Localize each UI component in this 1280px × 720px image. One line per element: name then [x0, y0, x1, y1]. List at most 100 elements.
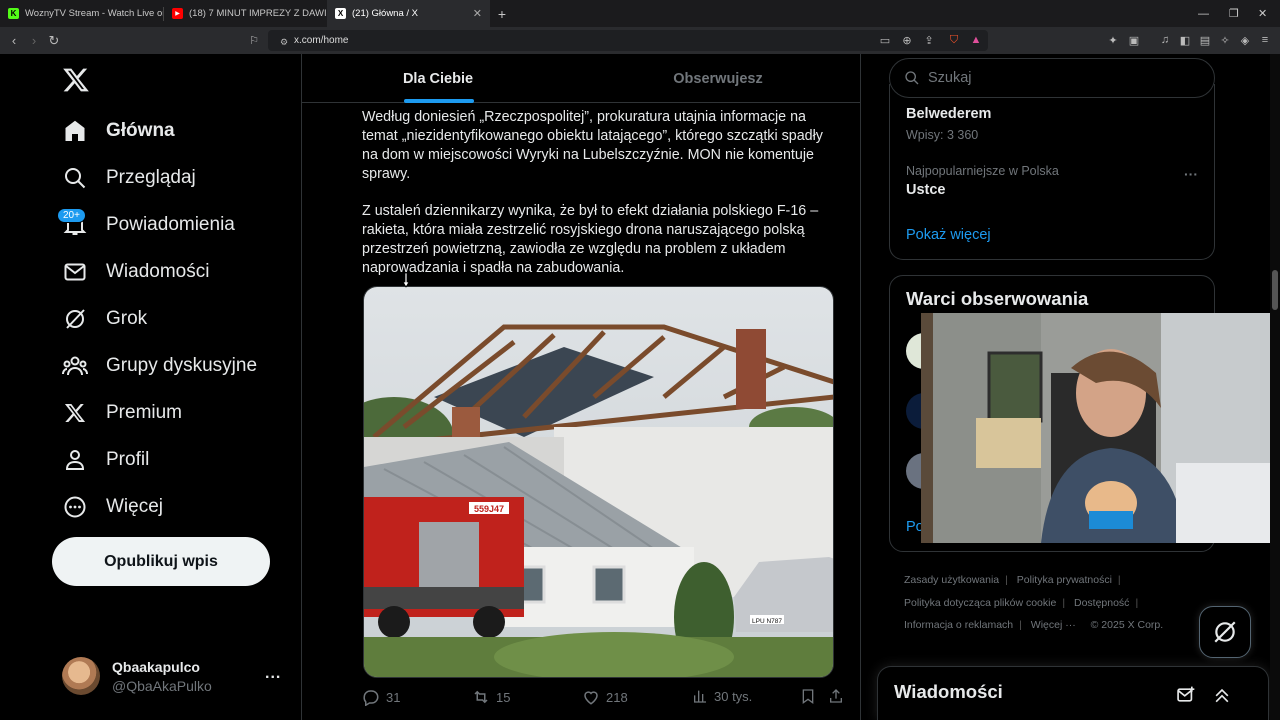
views-button[interactable]: 30 tys.	[692, 688, 752, 704]
sidebar-item-profile[interactable]: Profil	[62, 445, 149, 475]
profile-icon	[62, 447, 88, 473]
show-more-link[interactable]: Pokaż więcej	[906, 227, 991, 243]
more-circle-icon	[62, 494, 88, 520]
sidebar-item-label: Więcej	[106, 496, 164, 517]
footer-link[interactable]: Dostępność	[1074, 597, 1129, 609]
post-image[interactable]: 559J47 LPU N787	[363, 286, 834, 678]
like-button[interactable]: 218	[582, 688, 628, 706]
restore-window-icon[interactable]: ❐	[1229, 0, 1239, 27]
sidebar-item-notifications[interactable]: Powiadomienia	[62, 210, 235, 240]
post-text-paragraph: Z ustaleń dziennikarzy wynika, że był to…	[362, 203, 819, 276]
communities-icon	[62, 353, 88, 379]
trend-meta: Wpisy: 3 360	[906, 128, 979, 142]
browser-tab-kick[interactable]: K WoznyTV Stream - Watch Live on Kic	[0, 0, 163, 27]
minimize-window-icon[interactable]: —	[1198, 0, 1209, 27]
x-logo-icon[interactable]	[62, 66, 90, 94]
sidebar-item-label: Grupy dyskusyjne	[106, 355, 258, 376]
sidebar-item-more[interactable]: Więcej	[62, 492, 163, 522]
bookmark-post-button[interactable]	[800, 688, 816, 704]
sidebar-item-home[interactable]: Główna	[62, 116, 175, 146]
sidebar-item-label: Grok	[106, 308, 148, 329]
copyright: © 2025 X Corp.	[1090, 619, 1164, 631]
share-icon	[830, 689, 842, 703]
grok-floating-button[interactable]	[1199, 606, 1251, 658]
footer-links: Zasady użytkowania | Polityka prywatności…	[904, 574, 1164, 631]
repost-icon	[474, 690, 488, 704]
sidebar-item-label: Wiadomości	[106, 261, 210, 282]
menu-icon[interactable]: ≡	[1258, 33, 1272, 47]
sidebar-item-premium[interactable]: Premium	[62, 398, 182, 428]
tab-title: (21) Główna / X	[352, 8, 418, 19]
post-actions: 31 15 218 30 tys.	[362, 688, 842, 710]
reload-icon[interactable]: ↻	[44, 27, 64, 54]
account-switcher[interactable]: Qbaakapulco @QbaAkaPulko ...	[62, 657, 292, 697]
trend-name[interactable]: Ustce	[906, 182, 946, 198]
sidebar-item-grok[interactable]: Grok	[62, 304, 147, 334]
brave-rewards-icon[interactable]: ▲	[969, 33, 983, 47]
post-button[interactable]: Opublikuj wpis	[52, 537, 270, 586]
grok-icon	[1214, 621, 1236, 643]
zoom-icon[interactable]: ⊕	[900, 33, 914, 47]
repost-count: 15	[496, 689, 511, 705]
feed-tabs: Dla Ciebie Obserwujesz	[302, 54, 860, 103]
sidebar-item-explore[interactable]: Przeglądaj	[62, 163, 196, 193]
search-input[interactable]: Szukaj	[889, 58, 1215, 98]
footer-link[interactable]: Informacja o reklamach	[904, 619, 1013, 631]
url-text: x.com/home	[294, 35, 349, 46]
footer-link[interactable]: Polityka prywatności	[1017, 574, 1112, 586]
back-icon[interactable]: ‹	[4, 27, 24, 54]
webcam-overlay	[921, 313, 1280, 543]
page-scrollbar[interactable]	[1270, 54, 1280, 720]
messages-drawer-title: Wiadomości	[894, 681, 1003, 702]
heart-icon	[584, 691, 598, 705]
repost-button[interactable]: 15	[472, 688, 510, 706]
cast-icon[interactable]: ▭	[878, 33, 892, 47]
browser-tab-youtube[interactable]: ▶ (18) 7 MINUT IMPREZY Z DAWIDEM	[164, 0, 327, 27]
messages-drawer[interactable]: Wiadomości	[877, 666, 1269, 720]
brave-shield-icon[interactable]: ⛉	[947, 33, 961, 47]
sidebar-toggle-icon[interactable]: ◧	[1178, 33, 1192, 47]
notifications-badge: 20+	[57, 208, 86, 223]
extensions-icon[interactable]: ✦	[1106, 33, 1120, 47]
reader-icon[interactable]: ▣	[1127, 33, 1141, 47]
wallet-icon[interactable]: ▤	[1198, 33, 1212, 47]
mouse-cursor-icon	[402, 272, 410, 288]
share-icon[interactable]: ⇪	[922, 33, 936, 47]
home-icon	[62, 118, 88, 144]
sidebar-item-messages[interactable]: Wiadomości	[62, 257, 209, 287]
streamer-webcam-feed	[921, 313, 1280, 543]
close-tab-icon[interactable]: ✕	[473, 7, 482, 20]
vpn-icon[interactable]: ◈	[1238, 33, 1252, 47]
expand-drawer-icon[interactable]	[1212, 685, 1232, 705]
damaged-house-photo: 559J47 LPU N787	[364, 287, 833, 677]
footer-link[interactable]: Zasady użytkowania	[904, 574, 999, 586]
share-post-button[interactable]	[828, 688, 844, 704]
footer-link[interactable]: Więcej ···	[1031, 619, 1076, 631]
tab-following[interactable]: Obserwujesz	[582, 54, 854, 103]
tab-for-you[interactable]: Dla Ciebie	[302, 54, 574, 103]
reply-button[interactable]: 31	[362, 688, 400, 706]
main-feed: Dla Ciebie Obserwujesz Według doniesień …	[301, 54, 861, 720]
x-premium-icon	[62, 400, 88, 426]
new-tab-button[interactable]: +	[490, 0, 514, 27]
account-more-icon[interactable]: ...	[265, 665, 281, 683]
browser-tab-x[interactable]: X (21) Główna / X ✕	[327, 0, 490, 27]
sidebar-item-communities[interactable]: Grupy dyskusyjne	[62, 351, 257, 381]
bookmark-icon[interactable]: ⚐	[247, 33, 261, 47]
account-handle: @QbaAkaPulko	[112, 678, 212, 694]
site-info-icon[interactable]: ⚙	[277, 35, 291, 49]
views-chart-icon	[694, 690, 706, 703]
footer-link[interactable]: Polityka dotycząca plików cookie	[904, 597, 1056, 609]
who-to-follow-title: Warci obserwowania	[906, 288, 1089, 309]
close-window-icon[interactable]: ✕	[1258, 0, 1267, 27]
trend-name[interactable]: Belwederem	[906, 106, 991, 122]
media-icon[interactable]: ♫	[1158, 33, 1172, 47]
new-message-icon[interactable]	[1176, 685, 1196, 705]
scrollbar-thumb[interactable]	[1272, 270, 1278, 310]
forward-icon[interactable]: ›	[24, 27, 44, 54]
like-count: 218	[606, 689, 628, 705]
leo-ai-icon[interactable]: ✧	[1218, 33, 1232, 47]
search-icon	[905, 71, 919, 85]
truck-plate: 559J47	[474, 504, 504, 514]
trend-more-icon[interactable]: ···	[1184, 166, 1198, 182]
